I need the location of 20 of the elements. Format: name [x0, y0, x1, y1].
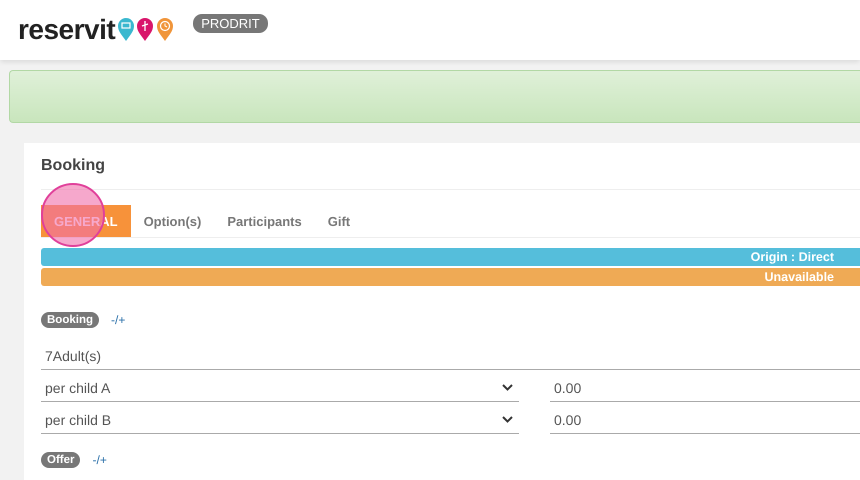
select-field[interactable]: per child A	[41, 374, 519, 402]
toggle-link[interactable]: -/+	[111, 313, 126, 327]
tab[interactable]: Participants	[214, 205, 315, 237]
logo-text: reservit	[18, 16, 116, 44]
input-field[interactable]: 0.00	[550, 374, 860, 402]
chevron-down-icon	[502, 384, 513, 391]
tab[interactable]: Option(s)	[130, 205, 214, 237]
input-field[interactable]: 7Adult(s)	[41, 342, 860, 370]
card-title: Booking	[41, 157, 860, 190]
chevron-down-icon	[502, 416, 513, 423]
section-label: Offer	[41, 452, 80, 468]
select-field[interactable]: per child B	[41, 406, 519, 434]
input-field[interactable]: 0.00	[550, 406, 860, 434]
toggle-link[interactable]: -/+	[92, 453, 107, 467]
environment-badge: PRODRIT	[193, 14, 268, 32]
status-bar: Unavailable	[41, 268, 860, 286]
pin-icons-drawing	[117, 17, 176, 43]
tab[interactable]: Gift	[314, 205, 364, 237]
section-label: Booking	[41, 312, 99, 328]
status-bar: Origin : Direct	[41, 248, 860, 266]
